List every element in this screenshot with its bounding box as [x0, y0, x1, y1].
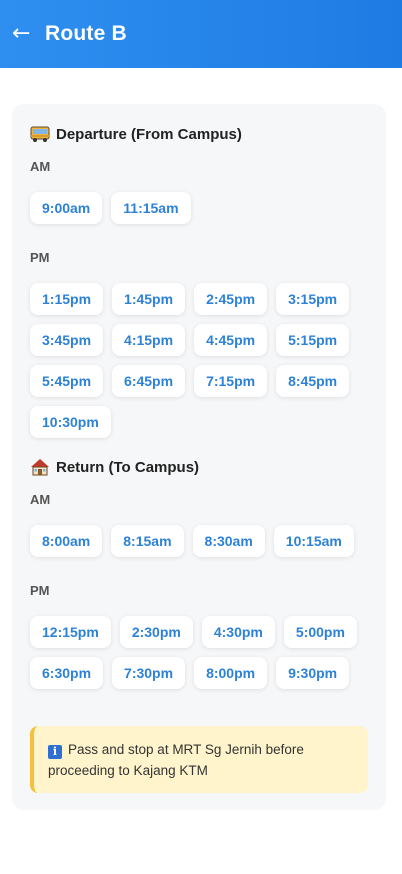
return-am-label: AM: [30, 492, 51, 507]
back-arrow-icon[interactable]: ←: [12, 23, 38, 45]
time-slot-button[interactable]: 4:30pm: [201, 616, 275, 648]
time-slot-button[interactable]: 11:15am: [111, 192, 191, 224]
time-slot-button[interactable]: 7:15pm: [194, 365, 268, 397]
time-slot-button[interactable]: 6:30pm: [30, 657, 104, 689]
time-slot-button[interactable]: 3:45pm: [30, 324, 104, 356]
time-slot-button[interactable]: 9:00am: [30, 192, 103, 224]
return-pm-times: 12:15pm 2:30pm 4:30pm 5:00pm 6:30pm 7:30pm 8:0…: [30, 616, 368, 689]
time-slot-button[interactable]: 7:30pm: [112, 657, 186, 689]
time-slot-button[interactable]: 10:15am: [273, 525, 354, 557]
time-slot-button[interactable]: 3:15pm: [276, 283, 350, 315]
schedule-card: Departure (From Campus) AM 9:00am 11:15am…: [12, 104, 386, 810]
info-icon: i: [48, 745, 62, 759]
departure-am-times: 9:00am 11:15am: [30, 192, 368, 224]
app-header: ← Route B: [0, 0, 402, 68]
return-section-title: Return (To Campus): [30, 457, 368, 477]
time-slot-button[interactable]: 5:15pm: [276, 324, 350, 356]
return-am-times: 8:00am 8:15am 8:30am 10:15am: [30, 525, 368, 557]
time-slot-button[interactable]: 8:45pm: [276, 365, 350, 397]
route-note: i Pass and stop at MRT Sg Jernih before p…: [30, 726, 368, 793]
bus-icon: [30, 125, 50, 143]
house-icon: [30, 458, 50, 476]
departure-pm-label: PM: [30, 250, 50, 265]
time-slot-button[interactable]: 2:30pm: [119, 616, 193, 648]
time-slot-button[interactable]: 4:45pm: [194, 324, 268, 356]
time-slot-button[interactable]: 2:45pm: [194, 283, 268, 315]
time-slot-button[interactable]: 6:45pm: [112, 365, 186, 397]
time-slot-button[interactable]: 10:30pm: [30, 406, 111, 438]
time-slot-button[interactable]: 5:45pm: [30, 365, 104, 397]
time-slot-button[interactable]: 1:15pm: [30, 283, 104, 315]
time-slot-button[interactable]: 8:00am: [30, 525, 103, 557]
route-note-text: Pass and stop at MRT Sg Jernih before pr…: [48, 742, 304, 778]
time-slot-button[interactable]: 9:30pm: [276, 657, 350, 689]
return-title: Return (To Campus): [56, 458, 200, 476]
time-slot-button[interactable]: 8:00pm: [194, 657, 268, 689]
departure-am-label: AM: [30, 159, 51, 174]
return-pm-label: PM: [30, 583, 50, 598]
time-slot-button[interactable]: 12:15pm: [30, 616, 111, 648]
departure-section-title: Departure (From Campus): [30, 124, 368, 144]
time-slot-button[interactable]: 8:15am: [111, 525, 184, 557]
time-slot-button[interactable]: 4:15pm: [112, 324, 186, 356]
departure-title: Departure (From Campus): [56, 125, 242, 143]
departure-pm-times: 1:15pm 1:45pm 2:45pm 3:15pm 3:45pm 4:15pm 4:45…: [30, 283, 368, 438]
time-slot-button[interactable]: 5:00pm: [283, 616, 357, 648]
time-slot-button[interactable]: 8:30am: [192, 525, 265, 557]
time-slot-button[interactable]: 1:45pm: [112, 283, 186, 315]
page-title: Route B: [45, 22, 127, 45]
